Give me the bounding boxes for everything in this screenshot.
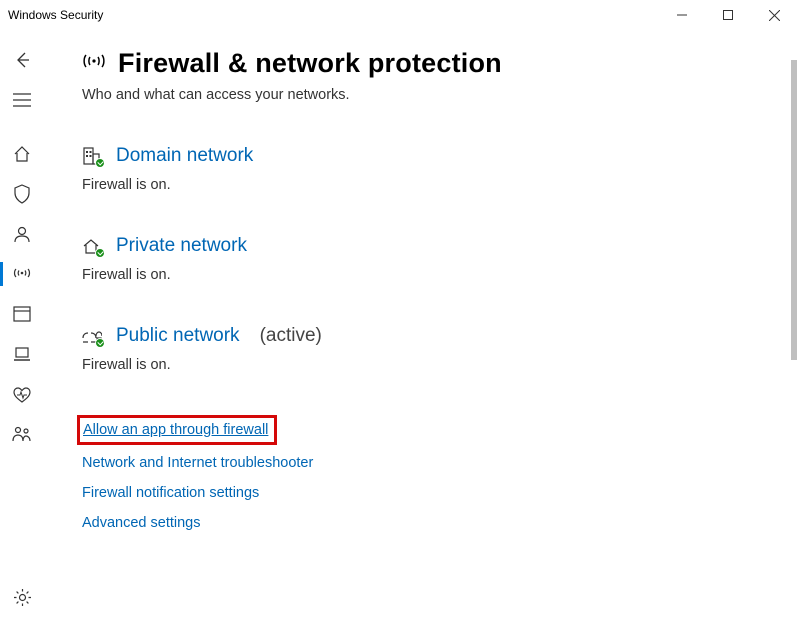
public-network-icon	[82, 327, 102, 345]
maximize-button[interactable]	[705, 0, 751, 30]
heart-pulse-icon	[12, 386, 32, 403]
allow-app-through-firewall-link[interactable]: Allow an app through firewall	[83, 422, 268, 438]
domain-network-link[interactable]: Domain network	[116, 145, 253, 167]
domain-network-status: Firewall is on.	[82, 177, 773, 193]
building-icon	[82, 147, 102, 165]
sidebar-item-app-browser[interactable]	[0, 294, 44, 334]
home-network-icon	[82, 237, 102, 255]
public-network-section: Public network (active) Firewall is on.	[82, 325, 773, 373]
sidebar-item-virus-threat[interactable]	[0, 174, 44, 214]
antenna-icon	[12, 265, 32, 283]
page-title: Firewall & network protection	[118, 48, 502, 79]
highlighted-link-box: Allow an app through firewall	[77, 415, 277, 445]
public-network-active-tag: (active)	[260, 325, 322, 347]
home-icon	[13, 145, 31, 163]
firewall-notification-settings-link[interactable]: Firewall notification settings	[82, 485, 773, 501]
people-icon	[12, 425, 32, 443]
shield-icon	[13, 184, 31, 204]
sidebar-item-home[interactable]	[0, 134, 44, 174]
menu-button[interactable]	[0, 80, 44, 120]
scrollbar[interactable]	[791, 60, 797, 360]
antenna-icon	[82, 51, 106, 76]
window-controls	[659, 0, 797, 30]
private-network-section: Private network Firewall is on.	[82, 235, 773, 283]
settings-links: Allow an app through firewall Network an…	[82, 415, 773, 531]
person-icon	[13, 225, 31, 243]
advanced-settings-link[interactable]: Advanced settings	[82, 515, 773, 531]
sidebar-item-device-security[interactable]	[0, 334, 44, 374]
minimize-button[interactable]	[659, 0, 705, 30]
sidebar-item-firewall[interactable]	[0, 254, 44, 294]
private-network-link[interactable]: Private network	[116, 235, 247, 257]
close-button[interactable]	[751, 0, 797, 30]
public-network-link[interactable]: Public network	[116, 325, 240, 347]
window-icon	[13, 306, 31, 322]
domain-network-section: Domain network Firewall is on.	[82, 145, 773, 193]
back-button[interactable]	[0, 40, 44, 80]
public-network-status: Firewall is on.	[82, 357, 773, 373]
sidebar-item-family[interactable]	[0, 414, 44, 454]
title-bar: Windows Security	[0, 0, 797, 30]
gear-icon	[13, 588, 32, 607]
network-troubleshooter-link[interactable]: Network and Internet troubleshooter	[82, 455, 773, 471]
window-title: Windows Security	[8, 8, 659, 22]
main-content: Firewall & network protection Who and wh…	[44, 30, 797, 623]
sidebar	[0, 30, 44, 623]
page-subtitle: Who and what can access your networks.	[82, 87, 773, 103]
sidebar-item-settings[interactable]	[0, 577, 44, 617]
sidebar-item-performance[interactable]	[0, 374, 44, 414]
private-network-status: Firewall is on.	[82, 267, 773, 283]
sidebar-item-account[interactable]	[0, 214, 44, 254]
laptop-icon	[13, 346, 31, 362]
